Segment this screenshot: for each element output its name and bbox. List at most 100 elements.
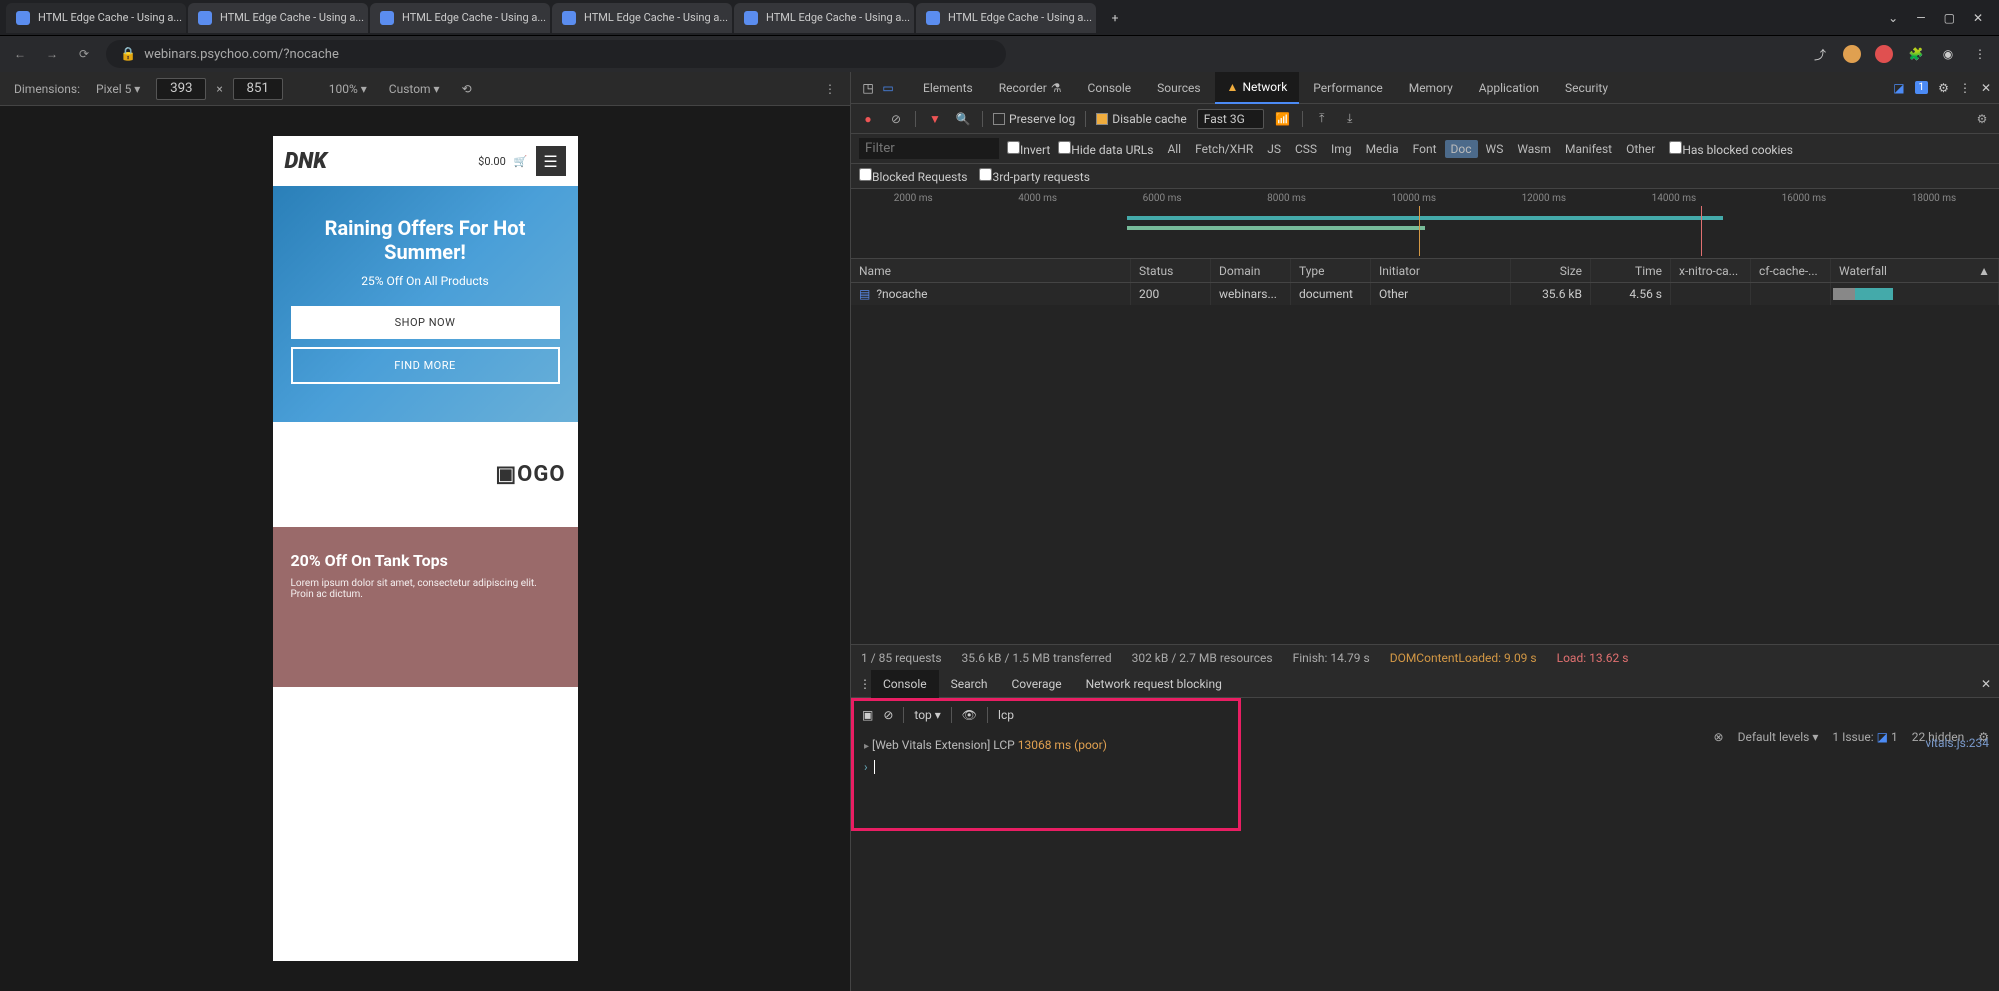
filter-font[interactable]: Font (1407, 140, 1443, 158)
filter-manifest[interactable]: Manifest (1559, 140, 1618, 158)
expand-icon[interactable]: ▸ (864, 741, 869, 752)
download-icon[interactable]: ⤓ (1341, 110, 1359, 128)
col-initiator[interactable]: Initiator (1371, 259, 1511, 282)
console-tab[interactable]: Console (1076, 72, 1144, 104)
filter-media[interactable]: Media (1360, 140, 1405, 158)
cart-icon[interactable]: 🛒 (514, 155, 528, 168)
context-select[interactable]: top ▾ (914, 708, 940, 722)
gear-icon[interactable]: ⚙ (1973, 110, 1991, 128)
extensions-icon[interactable]: 🧩 (1907, 45, 1925, 63)
disable-cache-checkbox[interactable]: Disable cache (1096, 112, 1187, 126)
extension-icon[interactable] (1843, 45, 1861, 63)
clear-console-icon[interactable]: ⊘ (883, 708, 893, 722)
share-icon[interactable]: ⤴ (1811, 45, 1829, 63)
url-input[interactable]: 🔒webinars.psychoo.com/?nocache (106, 40, 1006, 68)
request-row[interactable]: ▤?nocache 200 webinars... document Other… (851, 283, 1999, 305)
reload-icon[interactable]: ⟳ (74, 44, 94, 64)
extension-icon[interactable] (1875, 45, 1893, 63)
drawer-coverage-tab[interactable]: Coverage (999, 670, 1073, 698)
more-icon[interactable]: ⋮ (1959, 81, 1971, 95)
performance-tab[interactable]: Performance (1301, 72, 1394, 104)
application-tab[interactable]: Application (1467, 72, 1551, 104)
menu-icon[interactable]: ⋮ (1971, 45, 1989, 63)
levels-select[interactable]: Default levels ▾ (1738, 730, 1819, 744)
chevron-down-icon[interactable]: ⌄ (1888, 11, 1898, 25)
inspect-icon[interactable]: ◳ (859, 79, 877, 97)
find-more-button[interactable]: FIND MORE (291, 347, 560, 384)
browser-tab[interactable]: HTML Edge Cache - Using a...× (552, 3, 732, 33)
clear-filter-icon[interactable]: ⊗ (1714, 730, 1724, 744)
filter-wasm[interactable]: Wasm (1511, 140, 1557, 158)
hamburger-icon[interactable]: ☰ (536, 146, 566, 176)
browser-tab[interactable]: HTML Edge Cache - Using a...× (370, 3, 550, 33)
col-type[interactable]: Type (1291, 259, 1371, 282)
width-input[interactable] (156, 78, 206, 100)
shop-now-button[interactable]: SHOP NOW (291, 306, 560, 339)
clear-icon[interactable]: ⊘ (887, 110, 905, 128)
eye-icon[interactable]: 👁 (962, 708, 977, 722)
source-link[interactable]: vitals.js:234 (1925, 736, 1989, 750)
promo-card[interactable]: 20% Off On Tank Tops Lorem ipsum dolor s… (273, 527, 578, 687)
record-icon[interactable]: ● (859, 110, 877, 128)
console-filter-input[interactable] (998, 708, 1078, 722)
sources-tab[interactable]: Sources (1145, 72, 1212, 104)
browser-tab[interactable]: HTML Edge Cache - Using a...× (734, 3, 914, 33)
issues-icon[interactable]: ◪ (1893, 81, 1904, 95)
filter-icon[interactable]: ▼ (926, 110, 944, 128)
filter-all[interactable]: All (1161, 140, 1187, 158)
col-waterfall[interactable]: Waterfall▲ (1831, 259, 1999, 282)
filter-css[interactable]: CSS (1289, 140, 1323, 158)
recorder-tab[interactable]: Recorder ⚗ (987, 72, 1074, 104)
sidebar-toggle-icon[interactable]: ▣ (862, 708, 873, 722)
filter-doc[interactable]: Doc (1445, 140, 1478, 158)
drawer-more-icon[interactable]: ⋮ (859, 677, 871, 691)
third-party-checkbox[interactable]: 3rd-party requests (979, 168, 1089, 184)
more-icon[interactable]: ⋮ (824, 82, 836, 96)
throttle-select[interactable]: Fast 3G (1197, 109, 1264, 129)
col-status[interactable]: Status (1131, 259, 1211, 282)
minimize-icon[interactable]: — (1916, 11, 1925, 25)
upload-icon[interactable]: ⤒ (1313, 110, 1331, 128)
device-select[interactable]: Pixel 5 ▾ (90, 82, 146, 96)
col-cf[interactable]: cf-cache-... (1751, 259, 1831, 282)
invert-checkbox[interactable]: Invert (1007, 141, 1050, 157)
forward-icon[interactable]: → (42, 44, 62, 64)
browser-tab[interactable]: HTML Edge Cache - Using a...× (188, 3, 368, 33)
filter-ws[interactable]: WS (1480, 140, 1510, 158)
memory-tab[interactable]: Memory (1397, 72, 1465, 104)
filter-js[interactable]: JS (1261, 140, 1287, 158)
filter-img[interactable]: Img (1325, 140, 1358, 158)
close-icon[interactable]: ✕ (1981, 81, 1991, 95)
drawer-console-tab[interactable]: Console (871, 670, 939, 698)
maximize-icon[interactable]: ▢ (1944, 11, 1955, 25)
filter-input[interactable] (859, 138, 999, 159)
wifi-icon[interactable]: 📶 (1274, 110, 1292, 128)
issues-label[interactable]: 1 Issue: ◪ 1 (1832, 730, 1897, 744)
drawer-blocking-tab[interactable]: Network request blocking (1074, 670, 1234, 698)
filter-other[interactable]: Other (1620, 140, 1661, 158)
browser-tab[interactable]: HTML Edge Cache - Using a...× (6, 3, 186, 33)
col-nitro[interactable]: x-nitro-ca... (1671, 259, 1751, 282)
network-tab[interactable]: ▲ Network (1215, 72, 1300, 104)
elements-tab[interactable]: Elements (911, 72, 985, 104)
blocked-cookies-checkbox[interactable]: Has blocked cookies (1669, 141, 1793, 157)
preserve-log-checkbox[interactable]: Preserve log (993, 112, 1075, 126)
console-log-line[interactable]: ▸ [Web Vitals Extension] LCP 13068 ms (p… (864, 734, 1228, 756)
rotate-icon[interactable]: ⟲ (462, 82, 472, 96)
search-icon[interactable]: 🔍 (954, 110, 972, 128)
dpr-select[interactable]: Custom ▾ (383, 82, 446, 96)
col-name[interactable]: Name (851, 259, 1131, 282)
back-icon[interactable]: ← (10, 44, 30, 64)
height-input[interactable] (233, 78, 283, 100)
mobile-page[interactable]: DNK $0.00 🛒 ☰ Raining Offers For Hot Sum… (273, 136, 578, 961)
browser-tab[interactable]: HTML Edge Cache - Using a...× (916, 3, 1096, 33)
waterfall-overview[interactable]: 2000 ms4000 ms6000 ms8000 ms10000 ms1200… (851, 189, 1999, 259)
device-toggle-icon[interactable]: ▭ (879, 79, 897, 97)
col-size[interactable]: Size (1511, 259, 1591, 282)
security-tab[interactable]: Security (1553, 72, 1620, 104)
site-logo[interactable]: DNK (285, 149, 327, 174)
profile-icon[interactable]: ◉ (1939, 45, 1957, 63)
new-tab-button[interactable]: + (1102, 5, 1128, 31)
col-time[interactable]: Time (1591, 259, 1671, 282)
col-domain[interactable]: Domain (1211, 259, 1291, 282)
